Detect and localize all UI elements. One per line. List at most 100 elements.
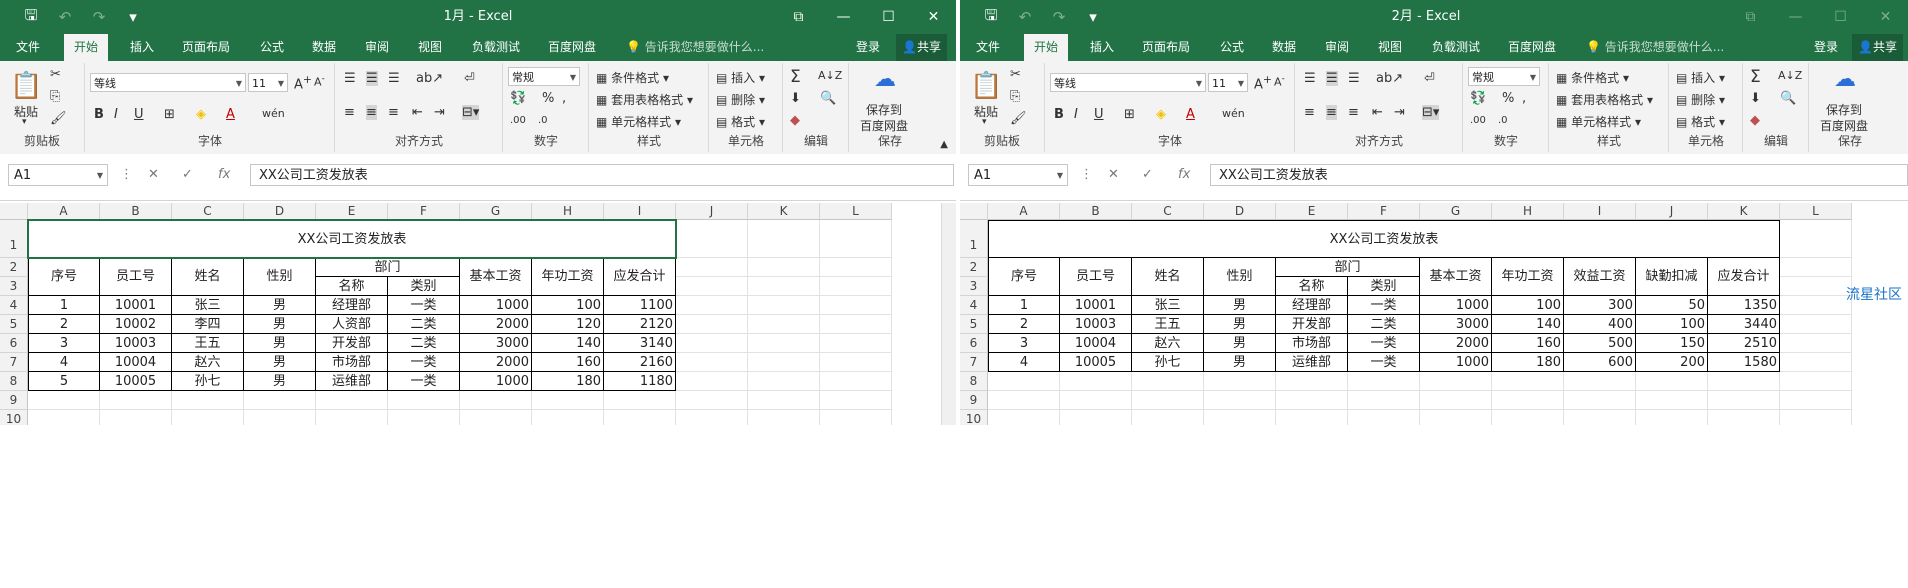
column-header-J[interactable]: J	[1636, 203, 1708, 220]
increase-decimal-icon[interactable]: .00	[510, 115, 526, 126]
table-cell[interactable]: 150	[1636, 334, 1708, 353]
align-center-icon[interactable]: ≡	[1326, 105, 1337, 120]
column-header-A[interactable]: A	[28, 203, 100, 220]
grid-cell[interactable]	[1060, 391, 1132, 410]
grid-cell[interactable]	[1780, 353, 1852, 372]
save-baidu-label-1[interactable]: 保存到	[1826, 101, 1862, 118]
orientation-icon[interactable]: ab↗	[1376, 71, 1403, 86]
grid-cell[interactable]	[1564, 410, 1636, 425]
table-cell[interactable]: 10005	[100, 372, 172, 391]
collapse-ribbon-icon[interactable]: ▲	[940, 139, 948, 150]
grid-cell[interactable]	[748, 410, 820, 425]
grid-cell[interactable]	[244, 391, 316, 410]
column-header-C[interactable]: C	[1132, 203, 1204, 220]
tab-data[interactable]: 数据	[1272, 34, 1296, 61]
table-cell[interactable]: 男	[244, 353, 316, 372]
align-left-icon[interactable]: ≡	[344, 105, 355, 120]
border-icon[interactable]: ⊞	[1124, 107, 1135, 122]
grid-cell[interactable]	[532, 410, 604, 425]
table-cell[interactable]: 一类	[388, 372, 460, 391]
column-header-K[interactable]: K	[1708, 203, 1780, 220]
row-header-8[interactable]: 8	[960, 372, 988, 391]
table-cell[interactable]: 二类	[388, 334, 460, 353]
fill-color-icon[interactable]: ◈	[1156, 107, 1166, 122]
table-cell[interactable]: 1000	[1420, 296, 1492, 315]
grid-cell[interactable]	[748, 334, 820, 353]
format-cells-button[interactable]: ▤ 格式 ▾	[1676, 113, 1725, 130]
table-cell[interactable]: 10001	[1060, 296, 1132, 315]
grid-cell[interactable]	[604, 410, 676, 425]
baidu-cloud-icon[interactable]: ☁	[874, 67, 896, 92]
table-cell[interactable]: 300	[1564, 296, 1636, 315]
paste-icon[interactable]: 📋	[970, 71, 1002, 101]
table-cell[interactable]: 一类	[388, 353, 460, 372]
grid-cell[interactable]	[748, 391, 820, 410]
grid-cell[interactable]	[316, 410, 388, 425]
row-header-4[interactable]: 4	[0, 296, 28, 315]
column-header-K[interactable]: K	[748, 203, 820, 220]
insert-cells-button[interactable]: ▤ 插入 ▾	[1676, 69, 1725, 86]
autosum-icon[interactable]: Σ	[790, 67, 801, 87]
grid-cell[interactable]	[820, 296, 892, 315]
grid-cell[interactable]	[1276, 410, 1348, 425]
table-cell[interactable]: 二类	[1348, 315, 1420, 334]
grid-cell[interactable]	[1780, 258, 1852, 277]
grid-cell[interactable]	[100, 391, 172, 410]
name-box[interactable]: A1 ▼	[8, 164, 108, 186]
table-cell[interactable]: 孙七	[172, 372, 244, 391]
grid-cell[interactable]	[820, 410, 892, 425]
table-cell[interactable]: 张三	[172, 296, 244, 315]
header-name[interactable]: 姓名	[1132, 258, 1204, 296]
share-button[interactable]: 👤共享	[896, 34, 947, 61]
column-header-B[interactable]: B	[1060, 203, 1132, 220]
grid-cell[interactable]	[1708, 391, 1780, 410]
table-cell[interactable]: 3000	[460, 334, 532, 353]
redo-icon[interactable]: ↷	[1042, 8, 1076, 26]
font-color-icon[interactable]: A	[1186, 107, 1195, 122]
tab-baidu-netdisk[interactable]: 百度网盘	[548, 34, 596, 61]
header-total[interactable]: 应发合计	[604, 258, 676, 296]
grid-cell[interactable]	[1204, 391, 1276, 410]
header-base[interactable]: 基本工资	[1420, 258, 1492, 296]
column-header-E[interactable]: E	[1276, 203, 1348, 220]
formula-input[interactable]: XX公司工资发放表	[1210, 164, 1908, 186]
table-cell[interactable]: 1000	[1420, 353, 1492, 372]
header-dept[interactable]: 部门	[316, 258, 460, 277]
grid-cell[interactable]	[820, 391, 892, 410]
grid-cell[interactable]	[748, 258, 820, 277]
table-cell[interactable]: 2000	[460, 353, 532, 372]
clear-icon[interactable]: ◆	[790, 113, 800, 128]
header-dept[interactable]: 部门	[1276, 258, 1420, 277]
tab-review[interactable]: 审阅	[365, 34, 389, 61]
table-cell[interactable]: 王五	[172, 334, 244, 353]
grid-cell[interactable]	[316, 391, 388, 410]
header-seq[interactable]: 序号	[988, 258, 1060, 296]
tell-me-search[interactable]: 💡 告诉我您想要做什么...	[626, 34, 764, 61]
grid-cell[interactable]	[676, 410, 748, 425]
save-icon[interactable]: 🖫	[14, 5, 48, 30]
table-cell[interactable]: 2120	[604, 315, 676, 334]
row-header-3[interactable]: 3	[960, 277, 988, 296]
column-header-L[interactable]: L	[1780, 203, 1852, 220]
grid-cell[interactable]	[748, 277, 820, 296]
table-cell[interactable]: 2	[28, 315, 100, 334]
grid-cell[interactable]	[1204, 372, 1276, 391]
border-icon[interactable]: ⊞	[164, 107, 175, 122]
row-header-2[interactable]: 2	[960, 258, 988, 277]
tab-baidu-netdisk[interactable]: 百度网盘	[1508, 34, 1556, 61]
row-header-1[interactable]: 1	[0, 220, 28, 258]
grid-cell[interactable]	[820, 258, 892, 277]
table-cell[interactable]: 140	[1492, 315, 1564, 334]
font-name-select[interactable]: 等线 ▼	[90, 73, 246, 92]
tab-file[interactable]: 文件	[976, 34, 1000, 61]
decrease-decimal-icon[interactable]: .0	[1498, 115, 1508, 126]
table-title[interactable]: XX公司工资发放表	[988, 220, 1780, 258]
row-header-8[interactable]: 8	[0, 372, 28, 391]
align-center-icon[interactable]: ≡	[366, 105, 377, 120]
find-icon[interactable]: 🔍	[820, 91, 836, 106]
grid-cell[interactable]	[1492, 391, 1564, 410]
row-header-1[interactable]: 1	[960, 220, 988, 258]
grid-cell[interactable]	[820, 315, 892, 334]
align-left-icon[interactable]: ≡	[1304, 105, 1315, 120]
table-cell[interactable]: 3140	[604, 334, 676, 353]
